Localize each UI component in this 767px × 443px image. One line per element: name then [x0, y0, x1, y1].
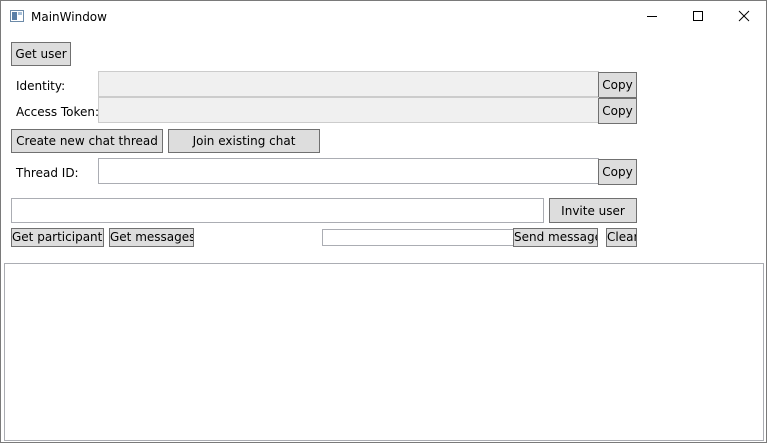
invite-user-button[interactable]: Invite user — [549, 198, 637, 223]
identity-label: Identity: — [16, 79, 66, 93]
get-participants-button[interactable]: Get participants — [11, 228, 104, 247]
create-chat-thread-button[interactable]: Create new chat thread — [11, 129, 163, 153]
identity-field[interactable] — [98, 71, 599, 97]
close-icon — [738, 10, 750, 22]
message-input[interactable] — [322, 229, 514, 246]
copy-thread-id-button[interactable]: Copy — [598, 159, 637, 185]
output-log[interactable] — [4, 263, 764, 441]
minimize-icon — [647, 16, 657, 17]
access-token-field[interactable] — [98, 97, 599, 123]
copy-access-token-button[interactable]: Copy — [598, 98, 637, 124]
window-title: MainWindow — [31, 10, 107, 24]
title-bar[interactable]: MainWindow — [1, 1, 766, 32]
maximize-button[interactable] — [675, 1, 721, 31]
thread-id-field[interactable] — [98, 158, 599, 184]
minimize-button[interactable] — [629, 1, 675, 31]
get-user-button[interactable]: Get user — [11, 42, 71, 66]
access-token-label: Access Token: — [16, 105, 100, 119]
window-app-icon — [10, 10, 24, 22]
get-messages-button[interactable]: Get messages — [109, 228, 194, 247]
send-message-button[interactable]: Send message — [513, 228, 598, 247]
close-button[interactable] — [721, 1, 766, 31]
clear-button[interactable]: Clear — [606, 228, 637, 247]
join-existing-chat-button[interactable]: Join existing chat — [168, 129, 320, 153]
copy-identity-button[interactable]: Copy — [598, 72, 637, 98]
maximize-icon — [693, 11, 703, 21]
main-window: MainWindow Get user Identity: Copy Acces… — [0, 0, 767, 443]
thread-id-label: Thread ID: — [16, 166, 79, 180]
invite-user-input[interactable] — [11, 198, 544, 223]
